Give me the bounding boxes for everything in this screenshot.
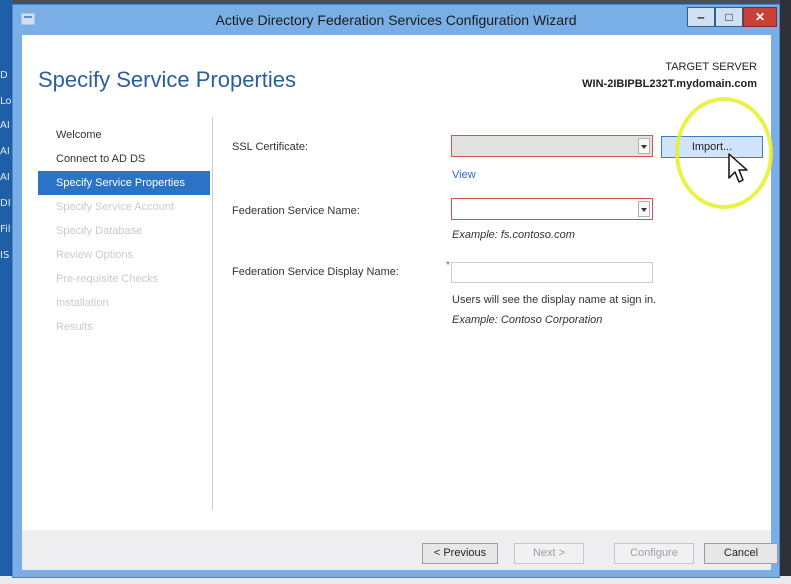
- federation-service-display-name-label: Federation Service Display Name:: [232, 266, 399, 278]
- background-left-strip: [0, 0, 12, 584]
- background-left-letter: AI: [0, 172, 10, 183]
- highlight-circle: [675, 97, 773, 209]
- background-left-letter: D: [0, 70, 8, 81]
- close-icon: ✕: [754, 10, 766, 24]
- nav-divider: [212, 117, 213, 510]
- background-right-edge: [780, 0, 791, 584]
- page-title: Specify Service Properties: [38, 67, 296, 92]
- maximize-icon: □: [725, 10, 733, 24]
- mouse-pointer-icon: [728, 153, 748, 183]
- background-left-letter: AI: [0, 146, 10, 157]
- minimize-icon: ‒: [697, 10, 705, 24]
- cancel-button[interactable]: Cancel: [704, 543, 778, 564]
- required-marker: *: [446, 260, 450, 271]
- target-server-label: TARGET SERVER: [665, 61, 757, 73]
- background-left-letter: AI: [0, 120, 10, 131]
- nav-step-prerequisite-checks: Pre-requisite Checks: [56, 273, 159, 285]
- window-title: Active Directory Federation Services Con…: [215, 12, 577, 28]
- ssl-certificate-label: SSL Certificate:: [232, 141, 309, 153]
- configure-button: Configure: [614, 543, 694, 564]
- background-left-letter: Lo: [0, 96, 12, 107]
- nav-step-results: Results: [56, 321, 93, 333]
- chevron-down-icon: [641, 208, 647, 212]
- target-server-value: WIN-2IBIPBL232T.mydomain.com: [582, 78, 757, 90]
- ssl-certificate-select[interactable]: [451, 135, 653, 157]
- nav-step-review-options: Review Options: [56, 249, 134, 261]
- nav-step-connect-ad-ds[interactable]: Connect to AD DS: [38, 147, 210, 171]
- chevron-down-icon: [641, 145, 647, 149]
- ssl-certificate-dropdown-button[interactable]: [638, 138, 650, 154]
- federation-service-display-name-input[interactable]: [451, 262, 653, 283]
- background-left-letter: DI: [0, 198, 11, 209]
- previous-button[interactable]: < Previous: [422, 543, 498, 564]
- close-button[interactable]: ✕: [743, 7, 777, 27]
- nav-step-welcome[interactable]: Welcome: [38, 123, 210, 147]
- federation-service-name-label: Federation Service Name:: [232, 205, 360, 217]
- federation-service-name-example: Example: fs.contoso.com: [452, 229, 575, 241]
- nav-step-database: Specify Database: [56, 225, 143, 237]
- nav-step-installation: Installation: [56, 297, 109, 309]
- minimize-button[interactable]: ‒: [687, 7, 715, 27]
- nav-step-service-properties[interactable]: Specify Service Properties: [38, 171, 210, 195]
- background-left-letter: IS: [0, 250, 10, 261]
- wizard-window: Active Directory Federation Services Con…: [12, 4, 780, 578]
- federation-service-name-select[interactable]: [451, 198, 653, 220]
- nav-step-service-account: Specify Service Account: [56, 201, 175, 213]
- maximize-button[interactable]: □: [715, 7, 743, 27]
- display-name-example: Example: Contoso Corporation: [452, 314, 603, 326]
- view-certificate-link[interactable]: View: [452, 169, 476, 181]
- wizard-steps-nav: Welcome Connect to AD DS Specify Service…: [38, 123, 210, 339]
- display-name-note: Users will see the display name at sign …: [452, 294, 657, 306]
- federation-service-name-dropdown-button[interactable]: [638, 201, 650, 217]
- next-button: Next >: [514, 543, 584, 564]
- wizard-client-area: Specify Service Properties TARGET SERVER…: [22, 35, 778, 570]
- wizard-footer: < Previous Next > Configure Cancel: [22, 530, 778, 570]
- title-bar[interactable]: Active Directory Federation Services Con…: [13, 5, 779, 35]
- background-left-letter: Fil: [0, 224, 11, 235]
